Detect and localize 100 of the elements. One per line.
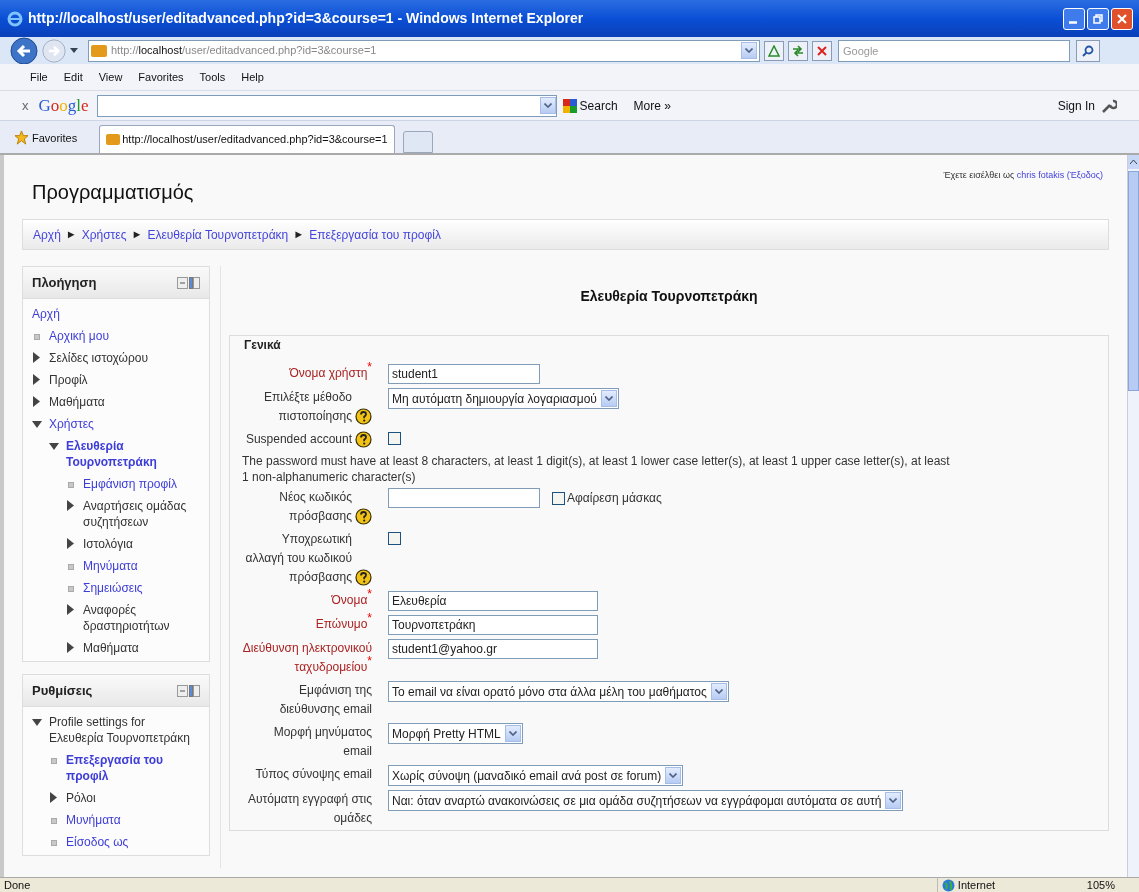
bullet-icon [34,334,40,340]
scrollbar[interactable] [1127,155,1139,877]
nav-link[interactable]: Σημειώσεις [83,580,143,596]
search-icon [1082,44,1094,57]
compatibility-icon[interactable] [764,40,784,61]
nav-link[interactable]: Είσοδος ως [66,834,129,850]
menu-item[interactable]: File [30,68,48,86]
address-field[interactable]: http://localhost/user/editadvanced.php?id=3&course=1 [88,39,760,62]
nav-link[interactable]: Ελευθερία Τουρνοπετράκη [66,438,200,470]
collapsed-triangle-icon[interactable] [67,500,74,511]
bullet-icon [51,818,57,824]
minimize-button[interactable] [1063,7,1085,30]
nav-link[interactable]: Μαθήματα [49,394,105,410]
collapsed-triangle-icon[interactable] [33,352,40,363]
menu-item[interactable]: Edit [63,68,83,86]
checkbox[interactable] [552,491,565,505]
close-button[interactable] [1111,7,1133,30]
expanded-triangle-icon[interactable] [49,443,59,450]
nav-link[interactable]: Μυνήματα [66,812,121,828]
nav-link[interactable]: Profile settings for Ελευθερία Τουρνοπετράκη [49,714,200,746]
menu-item[interactable]: Help [241,68,264,86]
close-icon [817,45,827,56]
help-icon[interactable] [355,508,372,525]
expanded-triangle-icon[interactable] [32,719,42,726]
nav-link[interactable]: Ιστολόγια [83,536,133,552]
search-field[interactable]: Google [838,39,1070,62]
nav-link[interactable]: Αναφορές δραστηριοτήτων [83,602,200,634]
nav-link[interactable]: Επεξεργασία του προφίλ [66,752,200,784]
checkbox[interactable] [388,432,401,445]
dropdown[interactable]: Μορφή Pretty HTML [388,723,523,744]
nav-link[interactable]: Χρήστες [49,416,94,432]
collapsed-triangle-icon[interactable] [33,374,40,385]
window-title: http://localhost/user/editadvanced.php?id=3&course=1 - Windows Internet Explorer [28,9,584,28]
collapsed-triangle-icon[interactable] [50,792,57,803]
browser-tab[interactable]: http://localhost/user/editadvanced.php?id=3&course=1 [99,125,395,153]
minimize-icon [1068,21,1077,24]
globe-icon [941,878,955,892]
nav-link[interactable]: Προφίλ [49,372,88,388]
text-field[interactable]: Τουρνοπετράκη [388,615,598,635]
nav-link[interactable]: Σελίδες ιστοχώρου [49,350,148,366]
wrench-icon[interactable] [1101,97,1117,114]
text-field[interactable]: student1@yahoo.gr [388,639,598,659]
collapsed-triangle-icon[interactable] [67,538,74,549]
search-button[interactable]: Search [562,96,618,115]
form-title: Ελευθερία Τουρνοπετράκη [579,287,759,306]
restore-button[interactable] [1087,7,1109,30]
collapsed-triangle-icon[interactable] [67,604,74,615]
site-favicon-icon [91,44,107,57]
dropdown[interactable]: Το email να είναι ορατό μόνο στα άλλα μέλη του μαθήματος [388,681,729,702]
more-button[interactable]: More » [633,96,671,115]
field-label: Μορφή μηνύματος email [272,724,372,760]
nav-link[interactable]: Μηνύματα [83,558,138,574]
stop-button[interactable] [812,40,832,61]
bullet-icon [68,482,74,488]
breadcrumb-link[interactable]: Επεξεργασία του προφίλ [309,225,441,244]
nav-link[interactable]: Αρχική μου [49,328,109,344]
dock-icon[interactable] [177,276,200,289]
dropdown[interactable]: Ναι: όταν αναρτώ ανακοινώσεις σε μια ομάδα συζητήσεων να εγγράφομαι αυτόματα σε αυτή [388,790,904,811]
search-button[interactable] [1076,39,1100,62]
nav-link[interactable]: Μαθήματα [83,640,139,656]
help-icon[interactable] [355,408,372,425]
menu-item[interactable]: View [98,68,123,86]
nav-link[interactable]: Αρχή [32,306,60,322]
help-icon[interactable] [355,431,372,448]
collapsed-triangle-icon[interactable] [33,396,40,407]
text-field[interactable]: Ελευθερία [388,591,598,611]
password-field[interactable] [388,488,540,508]
dropdown[interactable]: Μη αυτόματη δημιουργία λογαριασμού [388,388,619,409]
nav-link[interactable]: Ρόλοι [66,790,96,806]
collapsed-triangle-icon[interactable] [67,642,74,653]
checkbox[interactable] [388,532,401,545]
close-toolbar-button[interactable]: x [22,95,29,116]
back-button[interactable] [10,36,38,65]
dropdown[interactable]: Χωρίς σύνοψη (μαναδικό email ανά post σε forum) [388,765,684,786]
text-field[interactable]: student1 [388,364,540,384]
menu-item[interactable]: Favorites [138,68,184,86]
breadcrumb-link[interactable]: Αρχή [33,225,61,244]
expanded-triangle-icon[interactable] [32,421,42,428]
refresh-icon [791,44,805,57]
scroll-up-button[interactable] [1128,155,1139,169]
nav-link[interactable]: Εμφάνιση προφίλ [83,476,177,492]
google-logo: Google [38,94,89,117]
zoom-level[interactable]: 105% [1086,876,1115,892]
breadcrumb-link[interactable]: Χρήστες [81,225,127,244]
security-zone: Internet [957,877,996,892]
scrollbar-thumb[interactable] [1128,171,1139,391]
refresh-button[interactable] [788,40,808,61]
breadcrumb-link[interactable]: Ελευθερία Τουρνοπετράκη [147,225,289,244]
help-icon[interactable] [355,569,372,586]
favorites-button[interactable]: Favorites [14,129,78,146]
field-label: Εμφάνιση της διεύθυνσης email [278,682,372,718]
menu-item[interactable]: Tools [199,68,226,86]
sign-in-button[interactable]: Sign In [1057,96,1095,115]
google-search-field[interactable] [96,94,557,117]
close-icon [1116,12,1128,25]
nav-link[interactable]: Αναρτήσεις ομάδας συζητήσεων [83,498,200,530]
dropdown-caret-icon[interactable] [70,48,78,53]
bullet-icon [68,564,74,570]
dock-icon[interactable] [177,684,200,697]
site-title: Προγραμματισμός [32,180,194,205]
